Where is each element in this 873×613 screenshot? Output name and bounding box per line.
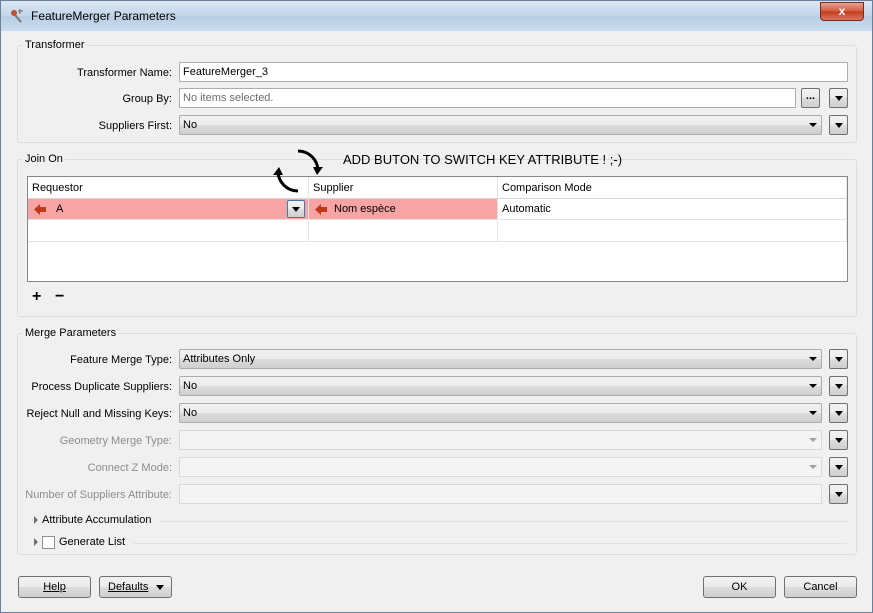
section-divider [159,521,847,522]
chevron-down-icon [809,357,817,361]
empty-row-mode[interactable] [498,221,847,242]
chevron-down-icon [809,411,817,415]
number-of-suppliers-menu-button[interactable] [829,484,848,504]
group-by-label: Group By: [122,93,172,105]
attribute-accumulation-section[interactable]: Attribute Accumulation [42,514,151,526]
chevron-down-icon [835,438,843,443]
cancel-button[interactable]: Cancel [784,576,857,598]
ok-button-label: OK [731,581,748,593]
chevron-down-icon [835,357,843,362]
chevron-down-icon [835,384,843,389]
cancel-button-label: Cancel [803,581,838,593]
geometry-merge-type-select[interactable] [179,430,822,450]
suppliers-first-menu-button[interactable] [829,115,848,135]
chevron-down-icon [292,207,300,212]
suppliers-first-value: No [183,119,198,131]
requestor-dropdown-button[interactable] [287,200,305,218]
process-duplicate-menu-button[interactable] [829,376,848,396]
comparison-mode-value: Automatic [502,203,551,215]
process-duplicate-value: No [183,380,198,392]
add-row-button[interactable]: + [32,288,41,306]
ok-button[interactable]: OK [703,576,776,598]
suppliers-first-select[interactable]: No [179,115,822,135]
join-table[interactable]: Requestor Supplier Comparison Mode A Nom… [27,176,848,282]
empty-row-supplier[interactable] [309,221,498,242]
supplier-value: Nom espèce [334,203,396,215]
title-bar[interactable]: FeatureMerger Parameters x [1,1,872,31]
group-by-input[interactable]: No items selected. [179,88,796,108]
annotation-text: ADD BUTON TO SWITCH KEY ATTRIBUTE ! ;-) [343,152,623,167]
chevron-down-icon [809,438,817,442]
column-header-supplier[interactable]: Supplier [309,177,498,199]
remove-row-button[interactable]: − [55,288,64,306]
reject-null-select[interactable]: No [179,403,822,423]
window-title: FeatureMerger Parameters [31,9,176,23]
group-by-menu-button[interactable] [829,88,848,108]
transformer-group-label: Transformer [23,39,87,51]
generate-list-label: Generate List [59,536,126,548]
supplier-cell[interactable]: Nom espèce [309,199,498,220]
transformer-icon [11,9,23,23]
feature-merge-type-value: Attributes Only [183,353,256,365]
chevron-down-icon [809,384,817,388]
transformer-name-input[interactable]: FeatureMerger_3 [179,62,848,82]
expand-arrow-icon[interactable] [34,516,38,524]
help-button[interactable]: Help [18,576,91,598]
feature-merge-type-select[interactable]: Attributes Only [179,349,822,369]
process-duplicate-label: Process Duplicate Suppliers: [31,381,172,393]
chevron-down-icon [835,96,843,101]
reject-null-menu-button[interactable] [829,403,848,423]
reject-null-label: Reject Null and Missing Keys: [26,408,172,420]
column-header-comparison-mode[interactable]: Comparison Mode [498,177,847,199]
refresh-icon [273,149,323,193]
dialog-body: Transformer Transformer Name: FeatureMer… [9,31,864,606]
connect-z-mode-menu-button[interactable] [829,457,848,477]
expand-arrow-icon[interactable] [34,538,38,546]
defaults-button[interactable]: Defaults [99,576,172,598]
process-duplicate-select[interactable]: No [179,376,822,396]
column-header-requestor[interactable]: Requestor [28,177,309,199]
join-on-group-label: Join On [23,153,65,165]
feature-merge-type-label: Feature Merge Type: [70,354,172,366]
close-button[interactable]: x [820,2,864,21]
requestor-value: A [56,203,64,215]
defaults-button-label: Defaults [108,581,149,593]
chevron-down-icon [809,123,817,127]
chevron-down-icon [835,492,843,497]
merge-parameters-group-label: Merge Parameters [23,327,119,339]
attribute-arrow-icon [315,204,327,215]
connect-z-mode-label: Connect Z Mode: [87,462,172,474]
requestor-cell[interactable]: A [28,199,309,220]
section-divider [134,543,847,544]
generate-list-checkbox[interactable] [42,536,55,549]
transformer-name-label: Transformer Name: [77,67,172,79]
connect-z-mode-select[interactable] [179,457,822,477]
attribute-arrow-icon [34,204,46,215]
reject-null-value: No [183,407,198,419]
chevron-down-icon [835,411,843,416]
suppliers-first-label: Suppliers First: [98,120,172,132]
comparison-mode-cell[interactable]: Automatic [498,199,847,220]
dialog-window: FeatureMerger Parameters x Transformer T… [0,0,873,613]
number-of-suppliers-label: Number of Suppliers Attribute: [25,489,172,501]
chevron-down-icon [835,465,843,470]
geometry-merge-type-menu-button[interactable] [829,430,848,450]
chevron-down-icon [835,123,843,128]
help-button-label: Help [43,581,66,593]
group-by-browse-button[interactable]: ... [801,88,820,108]
geometry-merge-type-label: Geometry Merge Type: [59,435,172,447]
empty-row-requestor[interactable] [28,221,309,242]
feature-merge-type-menu-button[interactable] [829,349,848,369]
chevron-down-icon [156,585,164,590]
number-of-suppliers-input[interactable] [179,484,822,504]
chevron-down-icon [809,465,817,469]
